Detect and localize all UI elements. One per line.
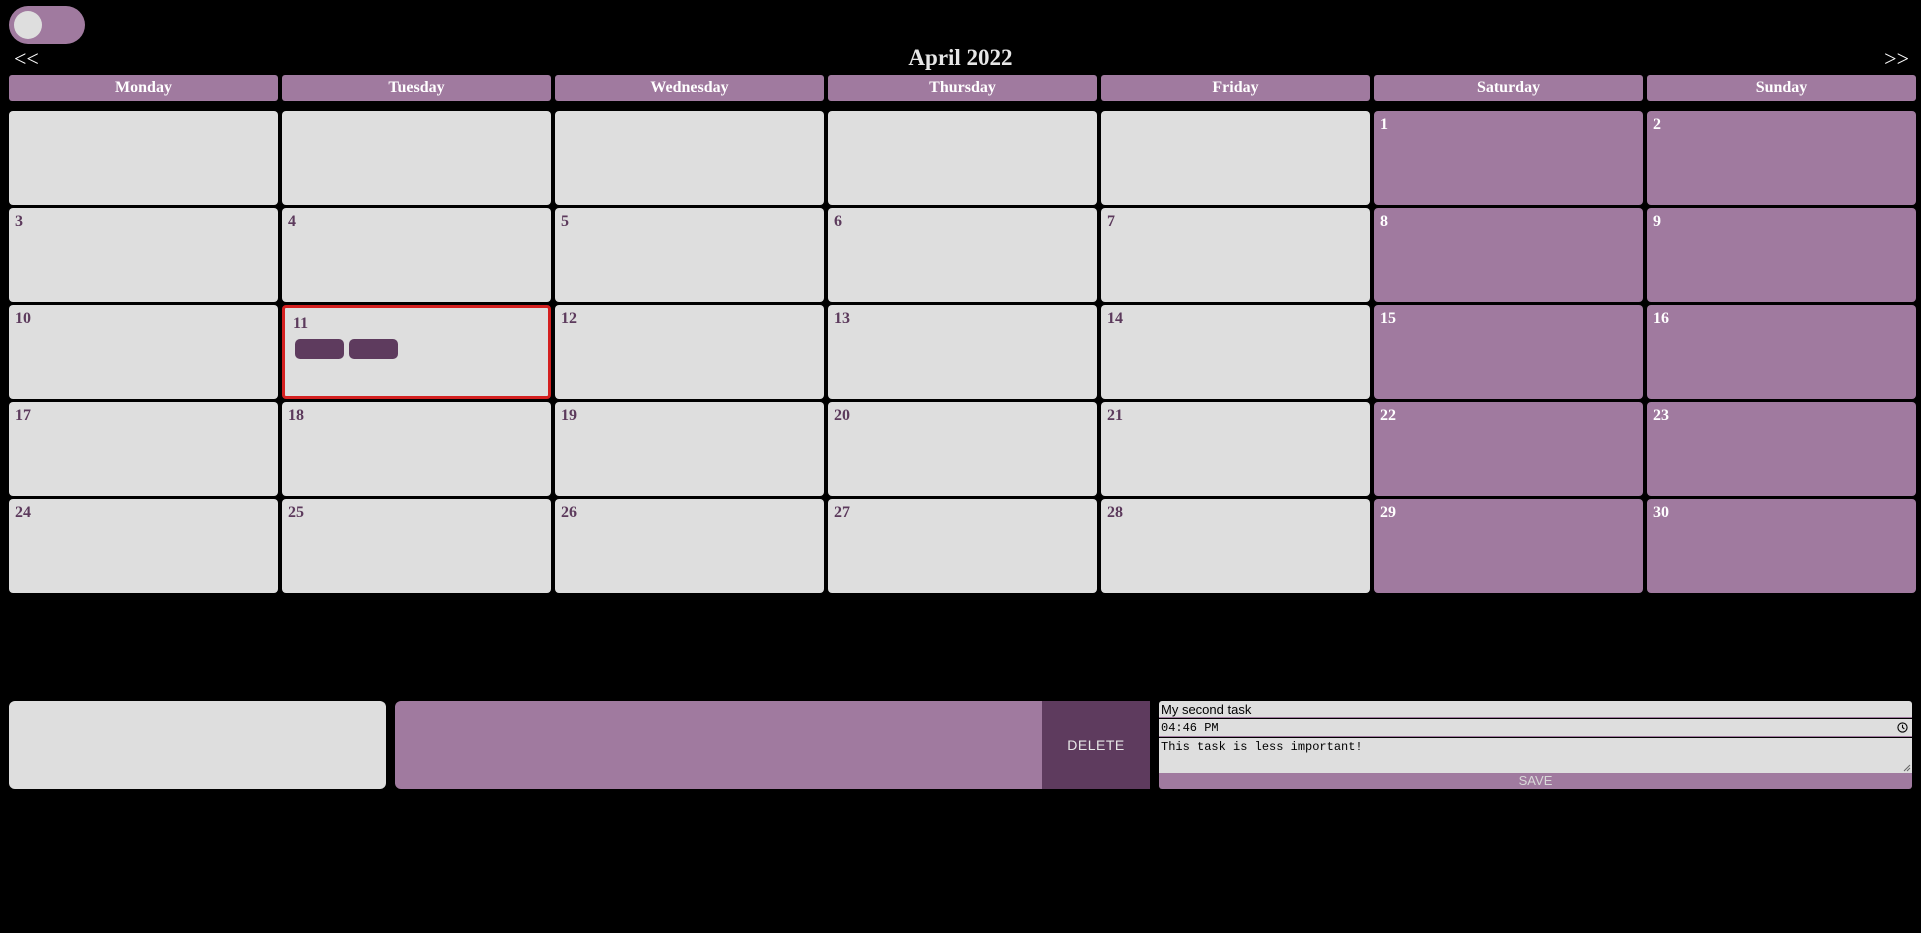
day-number: 14 bbox=[1107, 310, 1123, 327]
day-cell-18[interactable]: 18 bbox=[282, 402, 551, 496]
selected-task-bar: DELETE bbox=[395, 701, 1150, 789]
selected-task-item[interactable] bbox=[395, 701, 1042, 789]
task-description-value: This task is less important! bbox=[1161, 740, 1363, 754]
day-cell-1[interactable]: 1 bbox=[1374, 111, 1643, 205]
save-button[interactable]: SAVE bbox=[1159, 773, 1912, 789]
day-cell-16[interactable]: 16 bbox=[1647, 305, 1916, 399]
day-cell-11[interactable]: 11 bbox=[282, 305, 551, 399]
day-number: 29 bbox=[1380, 504, 1396, 521]
calendar-app: << April 2022 >> Monday Tuesday Wednesda… bbox=[0, 0, 1921, 933]
day-number: 18 bbox=[288, 407, 304, 424]
day-number: 24 bbox=[15, 504, 31, 521]
day-number: 22 bbox=[1380, 407, 1396, 424]
day-cell-6[interactable]: 6 bbox=[828, 208, 1097, 302]
day-number: 13 bbox=[834, 310, 850, 327]
task-title-input[interactable]: My second task bbox=[1159, 701, 1912, 718]
day-cell-12[interactable]: 12 bbox=[555, 305, 824, 399]
day-number: 19 bbox=[561, 407, 577, 424]
day-number: 23 bbox=[1653, 407, 1669, 424]
task-list-panel bbox=[9, 701, 386, 789]
day-cell-25[interactable]: 25 bbox=[282, 499, 551, 593]
weekday-wednesday: Wednesday bbox=[555, 75, 824, 101]
day-number: 3 bbox=[15, 213, 23, 230]
delete-button[interactable]: DELETE bbox=[1042, 701, 1150, 789]
day-number: 15 bbox=[1380, 310, 1396, 327]
day-cell-21[interactable]: 21 bbox=[1101, 402, 1370, 496]
toggle-knob bbox=[14, 11, 42, 39]
weekday-sunday: Sunday bbox=[1647, 75, 1916, 101]
day-number: 10 bbox=[15, 310, 31, 327]
day-number: 5 bbox=[561, 213, 569, 230]
day-number: 9 bbox=[1653, 213, 1661, 230]
day-number: 30 bbox=[1653, 504, 1669, 521]
day-number: 2 bbox=[1653, 116, 1661, 133]
day-cell-15[interactable]: 15 bbox=[1374, 305, 1643, 399]
weekday-thursday: Thursday bbox=[828, 75, 1097, 101]
resize-grip-icon[interactable] bbox=[1903, 764, 1911, 772]
month-title: April 2022 bbox=[908, 45, 1013, 70]
task-time-input[interactable]: 04:46 PM bbox=[1159, 719, 1912, 737]
empty-day-cell bbox=[555, 111, 824, 205]
empty-day-cell bbox=[282, 111, 551, 205]
day-number: 6 bbox=[834, 213, 842, 230]
day-cell-10[interactable]: 10 bbox=[9, 305, 278, 399]
task-chip[interactable] bbox=[295, 339, 344, 359]
weekday-header-row: Monday Tuesday Wednesday Thursday Friday… bbox=[9, 75, 1916, 101]
day-number: 20 bbox=[834, 407, 850, 424]
day-number: 4 bbox=[288, 213, 296, 230]
day-cell-22[interactable]: 22 bbox=[1374, 402, 1643, 496]
day-cell-14[interactable]: 14 bbox=[1101, 305, 1370, 399]
day-number: 16 bbox=[1653, 310, 1669, 327]
day-number: 28 bbox=[1107, 504, 1123, 521]
day-cell-19[interactable]: 19 bbox=[555, 402, 824, 496]
day-cell-7[interactable]: 7 bbox=[1101, 208, 1370, 302]
day-number: 8 bbox=[1380, 213, 1388, 230]
task-chips bbox=[295, 339, 398, 359]
day-number: 1 bbox=[1380, 116, 1388, 133]
day-cell-26[interactable]: 26 bbox=[555, 499, 824, 593]
weekday-friday: Friday bbox=[1101, 75, 1370, 101]
day-cell-24[interactable]: 24 bbox=[9, 499, 278, 593]
day-cell-5[interactable]: 5 bbox=[555, 208, 824, 302]
weekday-saturday: Saturday bbox=[1374, 75, 1643, 101]
empty-day-cell bbox=[1101, 111, 1370, 205]
day-cell-13[interactable]: 13 bbox=[828, 305, 1097, 399]
task-time-value: 04:46 PM bbox=[1161, 721, 1219, 735]
task-edit-form: My second task 04:46 PM This task is les… bbox=[1159, 701, 1912, 789]
weekday-tuesday: Tuesday bbox=[282, 75, 551, 101]
day-cell-2[interactable]: 2 bbox=[1647, 111, 1916, 205]
day-cell-29[interactable]: 29 bbox=[1374, 499, 1643, 593]
weekday-monday: Monday bbox=[9, 75, 278, 101]
task-chip[interactable] bbox=[349, 339, 398, 359]
day-cell-30[interactable]: 30 bbox=[1647, 499, 1916, 593]
day-cell-3[interactable]: 3 bbox=[9, 208, 278, 302]
theme-toggle[interactable] bbox=[9, 6, 85, 44]
day-cell-8[interactable]: 8 bbox=[1374, 208, 1643, 302]
clock-icon[interactable] bbox=[1897, 722, 1908, 733]
day-cell-4[interactable]: 4 bbox=[282, 208, 551, 302]
day-cell-23[interactable]: 23 bbox=[1647, 402, 1916, 496]
empty-day-cell bbox=[9, 111, 278, 205]
next-month-button[interactable]: >> bbox=[1884, 46, 1909, 72]
day-cell-20[interactable]: 20 bbox=[828, 402, 1097, 496]
days-grid: 1 2 3 4 5 6 7 8 9 10 11 12 13 14 15 16 17 18 19 20 21 22 23 24 2… bbox=[9, 111, 1916, 593]
day-number: 17 bbox=[15, 407, 31, 424]
day-cell-28[interactable]: 28 bbox=[1101, 499, 1370, 593]
empty-day-cell bbox=[828, 111, 1097, 205]
day-number: 12 bbox=[561, 310, 577, 327]
day-number: 25 bbox=[288, 504, 304, 521]
day-number: 7 bbox=[1107, 213, 1115, 230]
day-cell-9[interactable]: 9 bbox=[1647, 208, 1916, 302]
day-number: 27 bbox=[834, 504, 850, 521]
day-number: 26 bbox=[561, 504, 577, 521]
day-cell-17[interactable]: 17 bbox=[9, 402, 278, 496]
task-description-textarea[interactable]: This task is less important! bbox=[1159, 738, 1912, 773]
day-number: 21 bbox=[1107, 407, 1123, 424]
day-number: 11 bbox=[293, 315, 309, 332]
day-cell-27[interactable]: 27 bbox=[828, 499, 1097, 593]
